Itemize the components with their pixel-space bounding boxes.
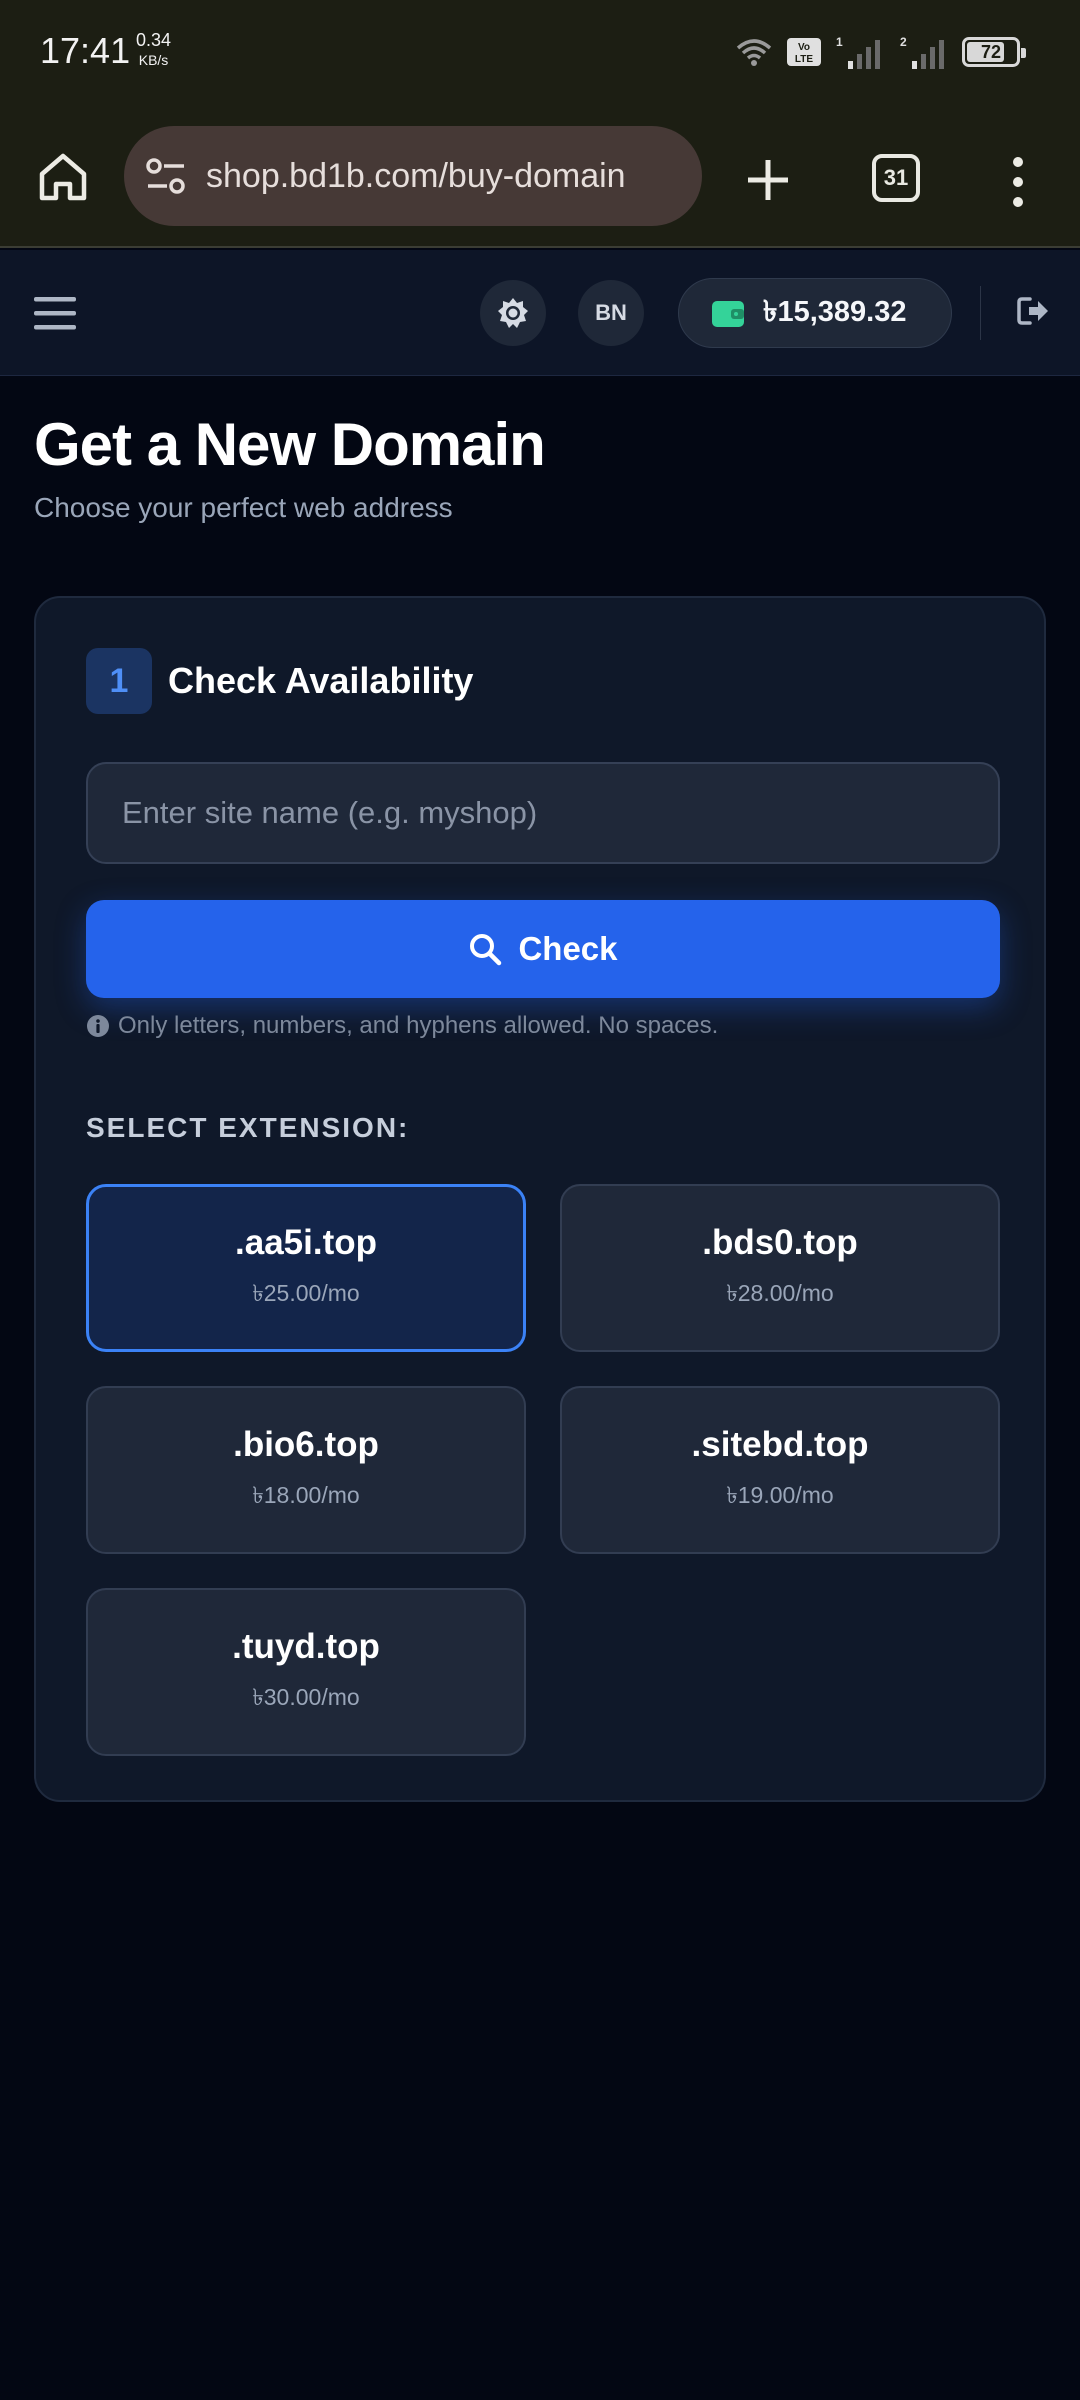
- check-button[interactable]: Check: [86, 900, 1000, 998]
- wallet-amount: ৳15,389.32: [763, 295, 907, 328]
- network-speed-unit: KB/s: [138, 52, 169, 68]
- extension-option[interactable]: .aa5i.top ৳25.00/mo: [86, 1184, 526, 1352]
- language-button[interactable]: BN: [578, 280, 644, 346]
- page-subtitle: Choose your perfect web address: [34, 492, 453, 523]
- extension-option[interactable]: .bio6.top ৳18.00/mo: [86, 1386, 526, 1554]
- extension-name: .aa5i.top: [235, 1222, 377, 1262]
- extension-name: .bio6.top: [233, 1424, 379, 1464]
- input-hint-text: Only letters, numbers, and hyphens allow…: [118, 1012, 719, 1039]
- check-availability-card: 1 Check Availability Check Only letters,…: [34, 596, 1046, 1802]
- new-tab-icon[interactable]: [740, 152, 796, 208]
- network-speed-value: 0.34: [136, 30, 172, 50]
- extension-price: ৳18.00/mo: [252, 1481, 360, 1508]
- extension-grid: .aa5i.top ৳25.00/mo .bds0.top ৳28.00/mo …: [86, 1184, 1000, 1756]
- address-bar[interactable]: shop.bd1b.com/buy-domain: [124, 126, 702, 226]
- search-icon: [470, 934, 502, 966]
- check-button-label: Check: [518, 930, 618, 967]
- extension-price: ৳25.00/mo: [252, 1279, 360, 1306]
- language-label: BN: [595, 300, 627, 325]
- home-icon[interactable]: [36, 150, 90, 204]
- svg-text:LTE: LTE: [795, 54, 813, 65]
- battery-icon: 72: [962, 37, 1026, 67]
- battery-level: 72: [980, 41, 1002, 62]
- step-badge: 1: [86, 648, 152, 714]
- signal-sim1-icon: 1: [836, 35, 880, 69]
- step-title: Check Availability: [168, 660, 474, 701]
- svg-text:2: 2: [900, 35, 907, 49]
- extension-option[interactable]: .tuyd.top ৳30.00/mo: [86, 1588, 526, 1756]
- url-text[interactable]: shop.bd1b.com/buy-domain: [206, 157, 626, 196]
- menu-icon[interactable]: [32, 290, 78, 336]
- extension-option[interactable]: .bds0.top ৳28.00/mo: [560, 1184, 1000, 1352]
- wallet-balance-button[interactable]: ৳15,389.32: [678, 278, 952, 348]
- svg-text:1: 1: [836, 35, 843, 49]
- page-title: Get a New Domain: [34, 411, 546, 478]
- extension-name: .tuyd.top: [232, 1626, 380, 1666]
- header-divider: [980, 286, 981, 340]
- site-name-input[interactable]: [86, 762, 1000, 864]
- svg-text:Vo: Vo: [798, 42, 810, 53]
- volte-icon: Vo LTE: [787, 38, 821, 66]
- select-extension-label: SELECT EXTENSION:: [86, 1112, 410, 1143]
- step-number: 1: [109, 661, 129, 700]
- theme-toggle-button[interactable]: [480, 280, 546, 346]
- extension-option[interactable]: .sitebd.top ৳19.00/mo: [560, 1386, 1000, 1554]
- network-speed: 0.34 KB/s: [136, 30, 171, 70]
- extension-price: ৳28.00/mo: [726, 1279, 834, 1306]
- browser-toolbar: shop.bd1b.com/buy-domain 31: [0, 108, 1080, 248]
- extension-name: .sitebd.top: [691, 1424, 869, 1464]
- info-icon: [87, 1015, 109, 1037]
- more-options-icon[interactable]: [1000, 154, 1036, 210]
- extension-price: ৳19.00/mo: [726, 1481, 834, 1508]
- wallet-icon: [712, 301, 744, 327]
- site-settings-icon[interactable]: [144, 154, 188, 198]
- app-header: BN ৳15,389.32: [0, 250, 1080, 376]
- status-bar: 17:41 0.34 KB/s Vo LTE 1 2 72: [0, 0, 1080, 108]
- input-hint: Only letters, numbers, and hyphens allow…: [86, 1012, 718, 1040]
- extension-name: .bds0.top: [702, 1222, 858, 1262]
- wifi-icon: [736, 39, 772, 66]
- tab-count: 31: [883, 165, 909, 190]
- logout-icon[interactable]: [1016, 294, 1050, 328]
- signal-sim2-icon: 2: [900, 35, 944, 69]
- theme-icon: [498, 298, 528, 328]
- tab-switcher-icon[interactable]: 31: [872, 154, 920, 202]
- status-time: 17:41: [40, 30, 131, 71]
- status-icons: Vo LTE 1 2 72: [734, 32, 1026, 72]
- extension-price: ৳30.00/mo: [252, 1683, 360, 1710]
